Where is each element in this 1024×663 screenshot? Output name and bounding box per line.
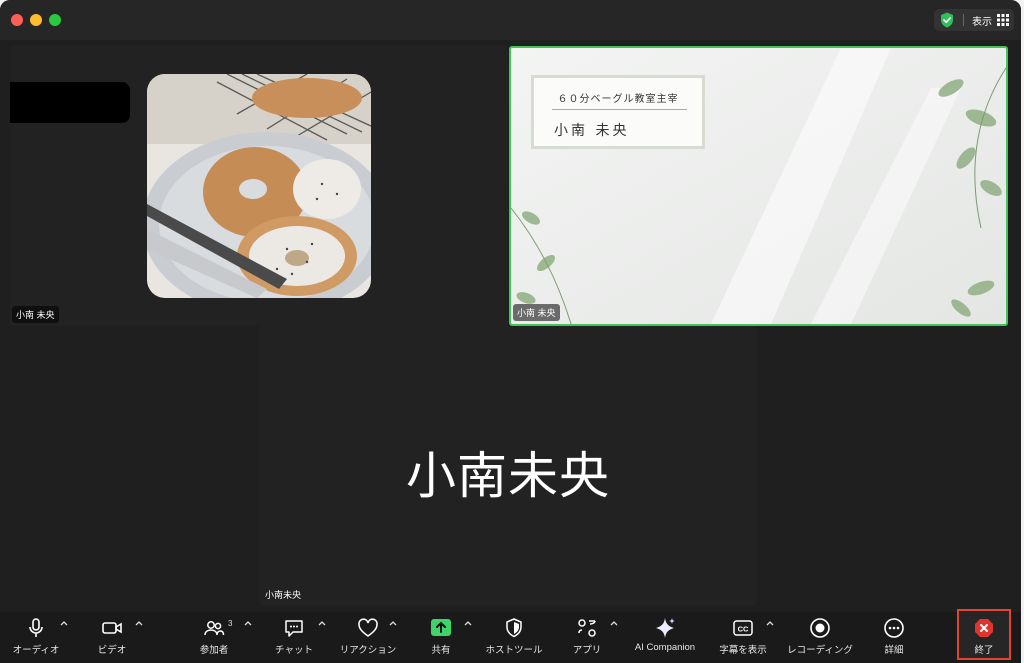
participants-count: 3 xyxy=(228,619,233,628)
zoom-window: 表示 小南 未央 ６０分ベーグル教室主宰 小南 未央 小南 未央 小南未央 小南… xyxy=(0,0,1021,663)
slide-presenter-name: 小南 未央 xyxy=(554,123,630,139)
more-label: 詳細 xyxy=(884,645,904,656)
video-label: ビデオ xyxy=(97,645,127,656)
maximize-window-button[interactable] xyxy=(49,14,61,26)
heart-icon xyxy=(358,618,378,637)
chevron-up-icon[interactable] xyxy=(765,618,775,628)
chevron-up-icon[interactable] xyxy=(134,618,144,628)
end-label: 終了 xyxy=(974,645,994,656)
ai-companion-label: AI Companion xyxy=(634,642,696,653)
chevron-up-icon[interactable] xyxy=(59,618,69,628)
chevron-up-icon[interactable] xyxy=(609,618,619,628)
more-button[interactable]: 詳細 xyxy=(866,612,922,663)
view-separator xyxy=(963,14,964,26)
apps-icon xyxy=(578,619,596,637)
share-arrow-icon xyxy=(431,619,451,636)
redacted-bar xyxy=(10,82,130,123)
view-menu[interactable]: 表示 xyxy=(934,9,1014,31)
video-tile-active[interactable]: ６０分ベーグル教室主宰 小南 未央 小南 未央 xyxy=(509,46,1008,326)
share-button[interactable]: 共有 xyxy=(413,612,469,663)
view-label[interactable]: 表示 xyxy=(972,13,992,28)
video-tile[interactable]: 小南 未央 xyxy=(10,46,508,326)
end-x-icon xyxy=(975,619,993,637)
participant-name-tag: 小南 未央 xyxy=(513,304,560,321)
audio-button[interactable]: オーディオ xyxy=(8,612,64,663)
participant-name-tag: 小南未央 xyxy=(265,590,302,600)
ellipsis-icon xyxy=(884,618,904,638)
apps-label: アプリ xyxy=(572,645,602,656)
slide-title-card: ６０分ベーグル教室主宰 小南 未央 xyxy=(531,75,705,149)
video-tile[interactable]: 小南未央 小南未央 xyxy=(259,326,757,606)
participant-name-tag: 小南 未央 xyxy=(12,306,59,323)
close-window-button[interactable] xyxy=(11,14,23,26)
slide-divider xyxy=(552,109,687,110)
captions-label: 字幕を表示 xyxy=(719,645,767,656)
captions-button[interactable]: CC 字幕を表示 xyxy=(714,612,772,663)
participant-display-name: 小南未央 xyxy=(406,448,610,504)
microphone-icon xyxy=(29,618,43,637)
chevron-up-icon[interactable] xyxy=(317,618,327,628)
sparkle-icon xyxy=(656,618,675,638)
chat-icon xyxy=(285,620,303,637)
bagel-photo xyxy=(147,74,371,298)
recording-label: レコーディング xyxy=(787,645,853,656)
slide-subtitle: ６０分ベーグル教室主宰 xyxy=(557,94,679,105)
participants-label: 参加者 xyxy=(199,645,229,656)
svg-text:CC: CC xyxy=(738,625,749,634)
record-icon xyxy=(810,618,830,638)
ai-companion-button[interactable]: AI Companion xyxy=(626,612,704,663)
reactions-label: リアクション xyxy=(339,645,397,656)
audio-label: オーディオ xyxy=(12,645,60,656)
meeting-toolbar: オーディオ ビデオ 3 参加者 チャット リアクション 共有 ホストツール アプ… xyxy=(0,612,1021,663)
title-bar: 表示 xyxy=(0,0,1021,40)
share-label: 共有 xyxy=(431,645,451,656)
apps-button[interactable]: アプリ xyxy=(559,612,615,663)
video-button[interactable]: ビデオ xyxy=(84,612,140,663)
participants-icon xyxy=(204,621,225,636)
participants-button[interactable]: 3 参加者 xyxy=(186,612,242,663)
grid-icon[interactable] xyxy=(997,14,1009,26)
cc-icon: CC xyxy=(733,620,753,636)
chevron-up-icon[interactable] xyxy=(463,618,473,628)
chat-label: チャット xyxy=(275,645,313,656)
host-tools-button[interactable]: ホストツール xyxy=(482,612,546,663)
chevron-up-icon[interactable] xyxy=(243,618,253,628)
host-tools-label: ホストツール xyxy=(485,645,543,656)
shield-icon[interactable] xyxy=(938,11,956,29)
chevron-up-icon[interactable] xyxy=(388,618,398,628)
host-shield-icon xyxy=(506,618,522,638)
end-meeting-button[interactable]: 終了 xyxy=(957,609,1011,660)
chat-button[interactable]: チャット xyxy=(266,612,322,663)
video-camera-icon xyxy=(102,622,122,634)
recording-button[interactable]: レコーディング xyxy=(786,612,854,663)
minimize-window-button[interactable] xyxy=(30,14,42,26)
